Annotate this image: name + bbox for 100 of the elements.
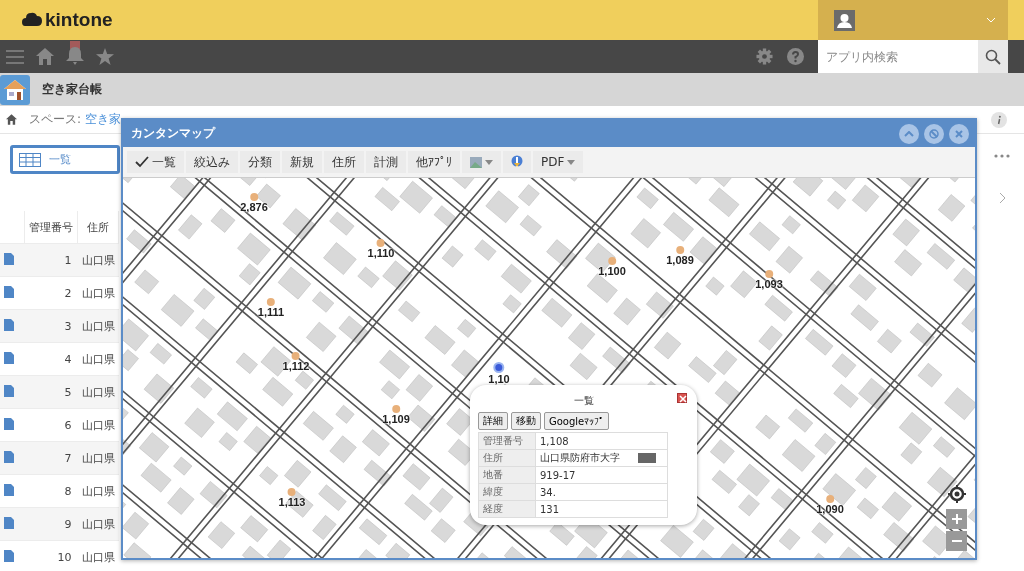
map-marker[interactable] xyxy=(765,270,773,278)
map-marker[interactable] xyxy=(392,405,400,413)
document-icon[interactable] xyxy=(4,384,14,397)
cloud-logo-icon xyxy=(22,12,42,28)
toolbar-button[interactable]: 他ｱﾌﾟﾘ xyxy=(408,151,460,173)
minimize-button[interactable] xyxy=(924,123,944,144)
close-button[interactable] xyxy=(677,393,687,403)
collapse-button[interactable] xyxy=(899,123,919,144)
more-icon[interactable] xyxy=(994,154,1010,158)
toolbar-button[interactable]: 住所 xyxy=(324,151,364,173)
zoom-in-button[interactable] xyxy=(946,509,967,529)
column-header[interactable]: 管理番号 xyxy=(24,211,78,244)
marker-label: 1,089 xyxy=(666,254,694,266)
search-button[interactable] xyxy=(978,40,1008,73)
table-cell: 1 xyxy=(24,243,78,277)
document-icon[interactable] xyxy=(4,549,14,562)
table-cell: 5 xyxy=(24,375,78,409)
table-cell: 山口県 xyxy=(77,276,119,310)
view-selector[interactable]: 一覧 xyxy=(10,145,120,174)
location-button[interactable] xyxy=(503,151,531,173)
locate-button[interactable] xyxy=(946,484,967,504)
plus-icon xyxy=(951,514,962,524)
map-marker[interactable] xyxy=(493,362,505,373)
map-marker[interactable] xyxy=(292,352,300,360)
bell-icon[interactable] xyxy=(66,40,84,65)
toolbar-button[interactable]: 絞込み xyxy=(186,151,238,173)
table-cell: 2 xyxy=(24,276,78,310)
map-marker[interactable] xyxy=(250,193,258,201)
document-icon[interactable] xyxy=(4,483,14,496)
pdf-dropdown[interactable]: PDF xyxy=(533,151,584,173)
map-marker[interactable] xyxy=(676,246,684,254)
marker-label: 1,112 xyxy=(282,360,310,372)
document-icon[interactable] xyxy=(4,318,14,331)
table-cell: 山口県 xyxy=(77,342,119,376)
document-icon[interactable] xyxy=(4,417,14,430)
column-header[interactable]: 住所 xyxy=(77,211,119,244)
marker-label: 1,113 xyxy=(278,496,306,508)
layer-dropdown[interactable] xyxy=(462,151,501,173)
app-title: 空き家台帳 xyxy=(42,81,102,98)
document-icon[interactable] xyxy=(4,285,14,298)
home-icon[interactable] xyxy=(6,114,17,125)
table-cell: 山口県 xyxy=(77,540,119,571)
field-value: 1,108 xyxy=(535,432,668,450)
table-cell: 9 xyxy=(24,507,78,541)
marker-label: 1,111 xyxy=(257,306,285,318)
breadcrumb-label: スペース: xyxy=(29,111,82,128)
info-icon[interactable] xyxy=(991,112,1007,128)
table-cell: 10 xyxy=(24,540,78,571)
table-cell: 山口県 xyxy=(77,408,119,442)
breadcrumb-link[interactable]: 空き家 xyxy=(85,111,122,128)
popup-button[interactable]: 移動 xyxy=(511,412,541,430)
star-icon[interactable] xyxy=(96,48,114,65)
toolbar-button[interactable]: 新規 xyxy=(282,151,322,173)
image-icon xyxy=(470,156,482,168)
map-marker[interactable] xyxy=(377,239,385,247)
map-marker[interactable] xyxy=(267,298,275,306)
caret-icon xyxy=(485,159,493,165)
window-title: カンタンマップ xyxy=(131,125,215,142)
menu-icon[interactable] xyxy=(6,48,24,65)
list-toggle[interactable]: 一覧 xyxy=(127,151,184,173)
table-cell: 山口県 xyxy=(77,474,119,508)
field-value: 131 xyxy=(535,500,668,518)
map-marker[interactable] xyxy=(608,257,616,265)
zoom-out-button[interactable] xyxy=(946,531,967,551)
table-cell: 8 xyxy=(24,474,78,508)
table-cell: 3 xyxy=(24,309,78,343)
caret-icon xyxy=(567,159,576,165)
marker-label: 1,110 xyxy=(367,247,395,259)
marker-label: 1,100 xyxy=(598,265,626,277)
document-icon[interactable] xyxy=(4,252,14,265)
user-avatar-icon xyxy=(834,9,855,31)
map-marker[interactable] xyxy=(826,495,834,503)
field-value: 919-17 xyxy=(535,466,668,484)
toolbar-button[interactable]: 計測 xyxy=(366,151,406,173)
field-label: 管理番号 xyxy=(478,432,536,450)
marker-label: 1,109 xyxy=(382,413,410,425)
marker-label: 1,10 xyxy=(488,373,510,385)
field-value: 山口県防府市大字 xyxy=(535,449,668,467)
document-icon[interactable] xyxy=(4,516,14,529)
chevron-right-icon[interactable] xyxy=(999,192,1006,204)
map-marker[interactable] xyxy=(288,488,296,496)
table-cell: 4 xyxy=(24,342,78,376)
close-icon xyxy=(954,128,964,139)
field-value: 34. xyxy=(535,483,668,501)
search-icon xyxy=(985,48,1001,65)
house-app-icon xyxy=(0,74,30,105)
pin-icon xyxy=(511,155,523,169)
document-icon[interactable] xyxy=(4,351,14,364)
user-menu[interactable] xyxy=(818,0,1008,40)
chevron-up-icon xyxy=(904,130,914,137)
table-cell: 6 xyxy=(24,408,78,442)
popup-button[interactable]: Googleﾏｯﾌﾟ xyxy=(544,412,610,430)
marker-label: 2,876 xyxy=(240,201,268,213)
search-field[interactable]: アプリ内検索 xyxy=(818,40,978,73)
app-logo-text: kintone xyxy=(45,9,113,31)
popup-button[interactable]: 詳細 xyxy=(478,412,508,430)
toolbar-button[interactable]: 分類 xyxy=(240,151,280,173)
settings-icon[interactable] xyxy=(756,48,773,65)
help-icon[interactable] xyxy=(787,48,804,65)
document-icon[interactable] xyxy=(4,450,14,463)
